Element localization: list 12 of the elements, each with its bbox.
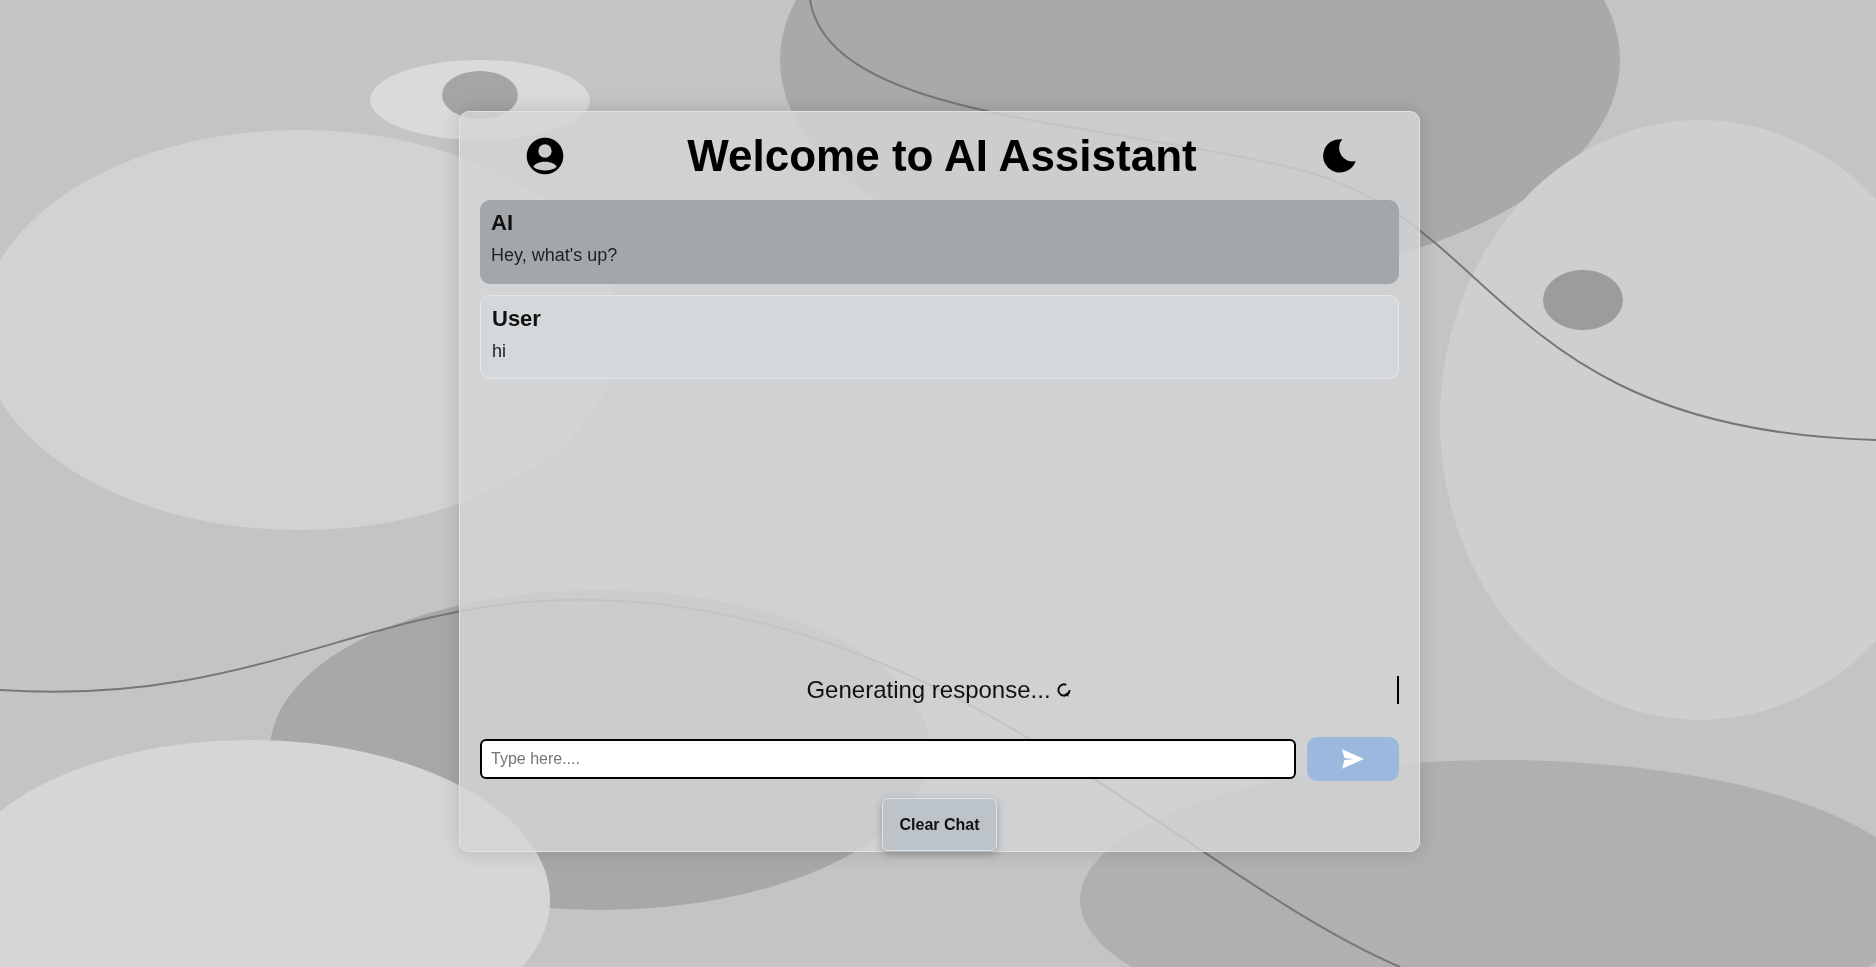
text-cursor [1397,676,1399,704]
app-title: Welcome to AI Assistant [687,131,1197,181]
message-input[interactable]: Type here.... [480,739,1296,779]
sender-name: User [492,306,542,332]
profile-button[interactable] [525,136,565,176]
user-icon [525,136,565,176]
send-icon [1340,746,1366,772]
status-text: Generating response... [806,676,1051,704]
message-text: hi [492,341,507,362]
clear-chat-button[interactable]: Clear Chat [882,798,997,851]
message-text: Hey, what's up? [491,245,619,266]
sender-name: AI [491,210,514,236]
